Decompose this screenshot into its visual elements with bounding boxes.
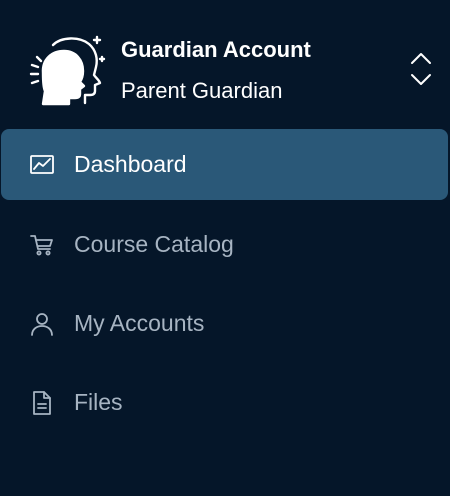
user-icon <box>29 311 55 337</box>
account-role: Parent Guardian <box>121 78 283 103</box>
sidebar-item-label: Course Catalog <box>74 231 234 257</box>
sidebar-item-my-accounts[interactable]: My Accounts <box>1 288 448 359</box>
sidebar-item-label: Files <box>74 389 123 415</box>
chart-line-icon <box>29 152 55 178</box>
sidebar: Guardian Account Parent Guardian Dashboa… <box>0 0 450 496</box>
chevron-up-down-icon[interactable] <box>406 48 436 92</box>
sidebar-item-files[interactable]: Files <box>1 367 448 438</box>
sidebar-item-label: My Accounts <box>74 310 205 336</box>
file-icon <box>29 390 55 416</box>
guardian-head-icon <box>27 33 107 107</box>
account-switcher[interactable]: Guardian Account Parent Guardian <box>0 0 450 128</box>
sidebar-item-label: Dashboard <box>74 151 187 177</box>
account-name: Guardian Account <box>121 37 311 62</box>
sidebar-item-course-catalog[interactable]: Course Catalog <box>1 209 448 280</box>
sidebar-item-dashboard[interactable]: Dashboard <box>1 129 448 200</box>
cart-icon <box>29 232 55 258</box>
